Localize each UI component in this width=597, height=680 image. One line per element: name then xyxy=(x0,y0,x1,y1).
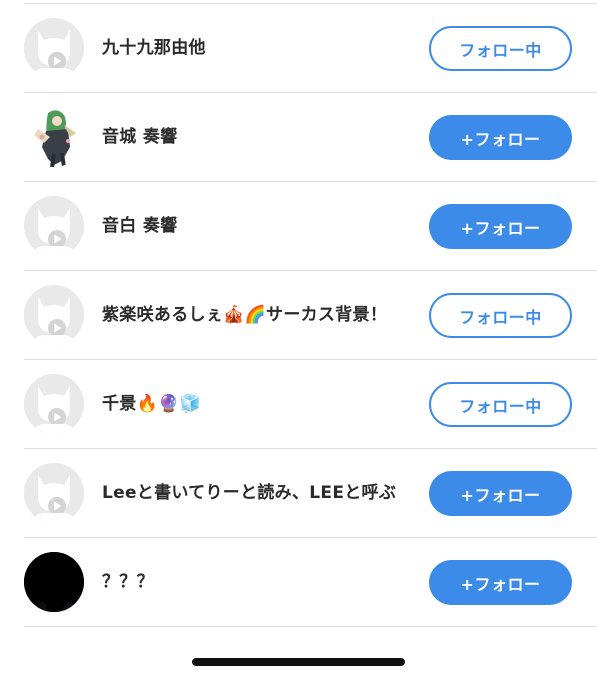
list-item[interactable]: 音白 奏響 +フォロー xyxy=(0,182,597,271)
user-name[interactable]: 音城 奏響 xyxy=(102,93,414,182)
follow-button[interactable]: +フォロー xyxy=(429,115,572,160)
default-cat-avatar-icon xyxy=(24,285,84,345)
default-cat-avatar-icon xyxy=(24,18,84,78)
home-indicator[interactable] xyxy=(192,658,405,666)
user-name[interactable]: Leeと書いてりーと読み、LEEと呼ぶ xyxy=(102,449,414,538)
follow-button[interactable]: +フォロー xyxy=(429,560,572,605)
default-cat-avatar-icon xyxy=(24,374,84,434)
list-item[interactable]: 音城 奏響 +フォロー xyxy=(0,93,597,182)
avatar[interactable] xyxy=(24,196,84,256)
avatar[interactable] xyxy=(24,552,84,612)
follow-button[interactable]: +フォロー xyxy=(429,471,572,516)
avatar[interactable] xyxy=(24,374,84,434)
divider xyxy=(24,626,597,627)
following-button[interactable]: フォロー中 xyxy=(429,26,572,71)
list-item[interactable]: ？？？ +フォロー xyxy=(0,538,597,627)
list-item[interactable]: 紫楽咲あるしぇ🎪🌈サーカス背景！ フォロー中 xyxy=(0,271,597,360)
black-avatar-icon xyxy=(24,552,84,612)
avatar[interactable] xyxy=(24,107,84,167)
user-name[interactable]: 紫楽咲あるしぇ🎪🌈サーカス背景！ xyxy=(102,271,414,360)
list-item[interactable]: Leeと書いてりーと読み、LEEと呼ぶ +フォロー xyxy=(0,449,597,538)
default-cat-avatar-icon xyxy=(24,463,84,523)
follow-button[interactable]: +フォロー xyxy=(429,204,572,249)
default-cat-avatar-icon xyxy=(24,196,84,256)
user-name[interactable]: 音白 奏響 xyxy=(102,182,414,271)
avatar[interactable] xyxy=(24,463,84,523)
user-name[interactable]: ？？？ xyxy=(102,538,414,627)
following-button[interactable]: フォロー中 xyxy=(429,293,572,338)
user-name[interactable]: 九十九那由他 xyxy=(102,4,414,93)
avatar[interactable] xyxy=(24,18,84,78)
avatar[interactable] xyxy=(24,285,84,345)
anime-character-avatar-icon xyxy=(24,107,84,167)
list-item[interactable]: 千景🔥🔮🧊 フォロー中 xyxy=(0,360,597,449)
following-button[interactable]: フォロー中 xyxy=(429,382,572,427)
user-name[interactable]: 千景🔥🔮🧊 xyxy=(102,360,414,449)
list-item[interactable]: 九十九那由他 フォロー中 xyxy=(0,4,597,93)
